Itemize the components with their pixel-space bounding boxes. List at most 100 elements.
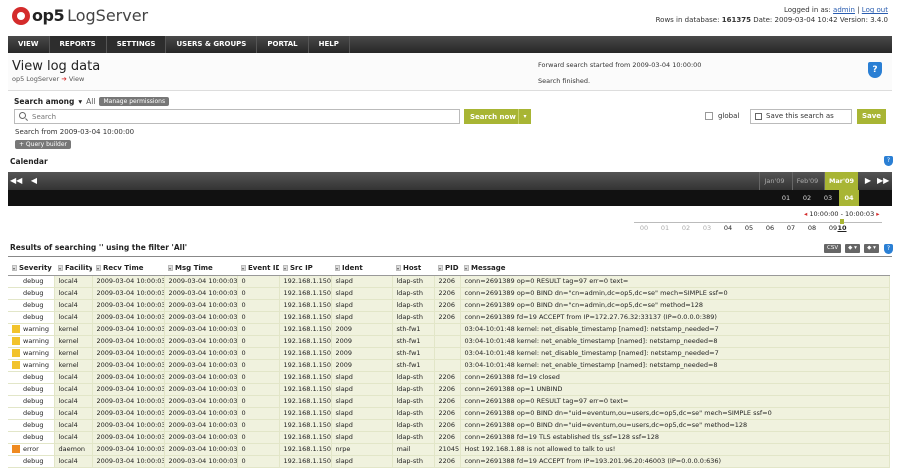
calendar-month[interactable]: Jan'09: [759, 172, 789, 190]
nav-view[interactable]: VIEW: [8, 36, 50, 53]
cell-recv-time: 2009-03-04 10:00:03: [92, 359, 165, 372]
table-row[interactable]: debug local4 2009-03-04 10:00:03 2009-03-04…: [8, 287, 890, 300]
results-divider: [8, 256, 892, 257]
table-row[interactable]: debug local4 2009-03-04 10:00:03 2009-03-04…: [8, 395, 890, 408]
search-now-label: Search now: [470, 112, 516, 121]
cell-ident: slapd: [331, 419, 393, 432]
hour-label[interactable]: 03: [697, 224, 717, 232]
cell-msg-time: 2009-03-04 10:00:03: [164, 395, 238, 408]
column-header-recv-time[interactable]: ▾ Recv Time: [92, 261, 164, 276]
manage-permissions-button[interactable]: Manage permissions: [99, 97, 170, 106]
global-checkbox[interactable]: [705, 112, 713, 120]
table-row[interactable]: debug local4 2009-03-04 10:00:03 2009-03-04…: [8, 299, 890, 312]
calendar-day[interactable]: 03: [818, 190, 838, 206]
calendar-day[interactable]: 01: [776, 190, 796, 206]
column-header-message[interactable]: ▾ Message: [460, 261, 889, 276]
search-now-button[interactable]: Search now ▾: [464, 109, 531, 124]
table-row[interactable]: debug local4 2009-03-04 10:00:03 2009-03-04…: [8, 311, 890, 324]
column-header-msg-time[interactable]: ▾ Msg Time: [164, 261, 237, 276]
table-row[interactable]: debug local4 2009-03-04 10:00:03 2009-03-04…: [8, 419, 890, 432]
calendar-first-icon[interactable]: ◀◀: [10, 172, 22, 190]
csv-export-button[interactable]: CSV: [824, 244, 842, 253]
search-among-caret-icon[interactable]: ▾: [78, 97, 82, 106]
cell-message: 03:04-10:01:48 kernel: net_enable_timest…: [460, 335, 890, 348]
sort-icon[interactable]: ▾: [241, 264, 246, 271]
nav-settings[interactable]: SETTINGS: [106, 36, 167, 53]
cell-facility: kernel: [54, 335, 93, 348]
table-row[interactable]: debug local4 2009-03-04 10:00:03 2009-03-04…: [8, 383, 890, 396]
sort-icon[interactable]: ▾: [96, 264, 101, 271]
save-search-input[interactable]: Save this search as: [750, 109, 852, 124]
hour-label[interactable]: 02: [676, 224, 696, 232]
hour-label[interactable]: 00: [634, 224, 654, 232]
cell-ident: slapd: [331, 287, 393, 300]
results-options-button[interactable]: ◆ ▾: [845, 244, 860, 253]
table-row[interactable]: debug local4 2009-03-04 10:00:03 2009-03-04…: [8, 455, 890, 468]
cell-ident: slapd: [331, 431, 393, 444]
query-builder-button[interactable]: + Query builder: [15, 140, 71, 149]
hour-label[interactable]: 08: [802, 224, 822, 232]
calendar-help-icon[interactable]: ?: [884, 156, 893, 166]
column-header-pid[interactable]: ▾ PID: [434, 261, 460, 276]
column-header-ident[interactable]: ▾ Ident: [331, 261, 392, 276]
calendar-next-icon[interactable]: ▶: [862, 172, 874, 190]
hour-label[interactable]: 04: [718, 224, 738, 232]
cell-host: ldap-sth: [392, 431, 435, 444]
table-row[interactable]: error daemon 2009-03-04 10:00:03 2009-03-04…: [8, 443, 890, 456]
column-header-event-id[interactable]: ▾ Event ID: [237, 261, 279, 276]
cell-severity: warning: [8, 323, 55, 336]
results-help-icon[interactable]: ?: [884, 244, 893, 254]
results-columns-button[interactable]: ◆ ▾: [864, 244, 879, 253]
sort-icon[interactable]: ▾: [58, 264, 63, 271]
column-header-src-ip[interactable]: ▾ Src IP: [279, 261, 331, 276]
range-left-marker-icon[interactable]: ◂: [804, 210, 807, 218]
sort-icon[interactable]: ▾: [12, 264, 17, 271]
column-header-host[interactable]: ▾ Host: [392, 261, 434, 276]
table-row[interactable]: warning kernel 2009-03-04 10:00:03 2009-03-…: [8, 323, 890, 336]
nav-users-groups[interactable]: USERS & GROUPS: [166, 36, 258, 53]
nav-help[interactable]: HELP: [309, 36, 350, 53]
severity-debug-icon: [12, 433, 20, 441]
range-right-marker-icon[interactable]: ▸: [876, 210, 879, 218]
table-row[interactable]: debug local4 2009-03-04 10:00:03 2009-03-04…: [8, 431, 890, 444]
hour-label[interactable]: 07: [781, 224, 801, 232]
cell-msg-time: 2009-03-04 10:00:03: [164, 335, 238, 348]
user-link[interactable]: admin: [833, 6, 855, 14]
sort-icon[interactable]: ▾: [396, 264, 401, 271]
calendar-month[interactable]: Feb'09: [792, 172, 822, 190]
sort-icon[interactable]: ▾: [464, 264, 469, 271]
calendar-day[interactable]: 02: [797, 190, 817, 206]
calendar-last-icon[interactable]: ▶▶: [877, 172, 889, 190]
breadcrumb-root[interactable]: op5 LogServer: [12, 75, 59, 83]
search-now-dropdown-icon[interactable]: ▾: [518, 109, 531, 124]
calendar-day-selected[interactable]: 04: [839, 190, 859, 206]
hour-label[interactable]: 05: [739, 224, 759, 232]
save-button[interactable]: Save: [857, 109, 886, 124]
calendar-prev-icon[interactable]: ◀: [28, 172, 40, 190]
sort-icon[interactable]: ▾: [283, 264, 288, 271]
hour-label-current[interactable]: 10: [832, 224, 852, 232]
help-shield-icon[interactable]: ?: [868, 62, 882, 78]
table-row[interactable]: warning kernel 2009-03-04 10:00:03 2009-03-…: [8, 359, 890, 372]
table-row[interactable]: debug local4 2009-03-04 10:00:03 2009-03-04…: [8, 275, 890, 288]
table-row[interactable]: debug local4 2009-03-04 10:00:03 2009-03-04…: [8, 407, 890, 420]
table-row[interactable]: debug local4 2009-03-04 10:00:03 2009-03-04…: [8, 371, 890, 384]
nav-portal[interactable]: PORTAL: [257, 36, 309, 53]
hour-label[interactable]: 06: [760, 224, 780, 232]
column-header-facility[interactable]: ▾ Facility: [54, 261, 92, 276]
hour-label[interactable]: 01: [655, 224, 675, 232]
table-row[interactable]: warning kernel 2009-03-04 10:00:03 2009-03-…: [8, 347, 890, 360]
page-title: View log data: [12, 59, 101, 74]
sort-icon[interactable]: ▾: [438, 264, 443, 271]
search-among-value[interactable]: All: [86, 97, 95, 106]
logout-link[interactable]: Log out: [862, 6, 888, 14]
cell-recv-time: 2009-03-04 10:00:03: [92, 287, 165, 300]
nav-reports[interactable]: REPORTS: [49, 36, 107, 53]
search-input[interactable]: [14, 109, 460, 124]
table-row[interactable]: warning kernel 2009-03-04 10:00:03 2009-03-…: [8, 335, 890, 348]
column-header-severity[interactable]: ▾ Severity: [8, 261, 54, 276]
cell-facility: local4: [54, 299, 93, 312]
sort-icon[interactable]: ▾: [335, 264, 340, 271]
calendar-month-selected[interactable]: Mar'09: [824, 172, 858, 190]
sort-icon[interactable]: ▾: [168, 264, 173, 271]
